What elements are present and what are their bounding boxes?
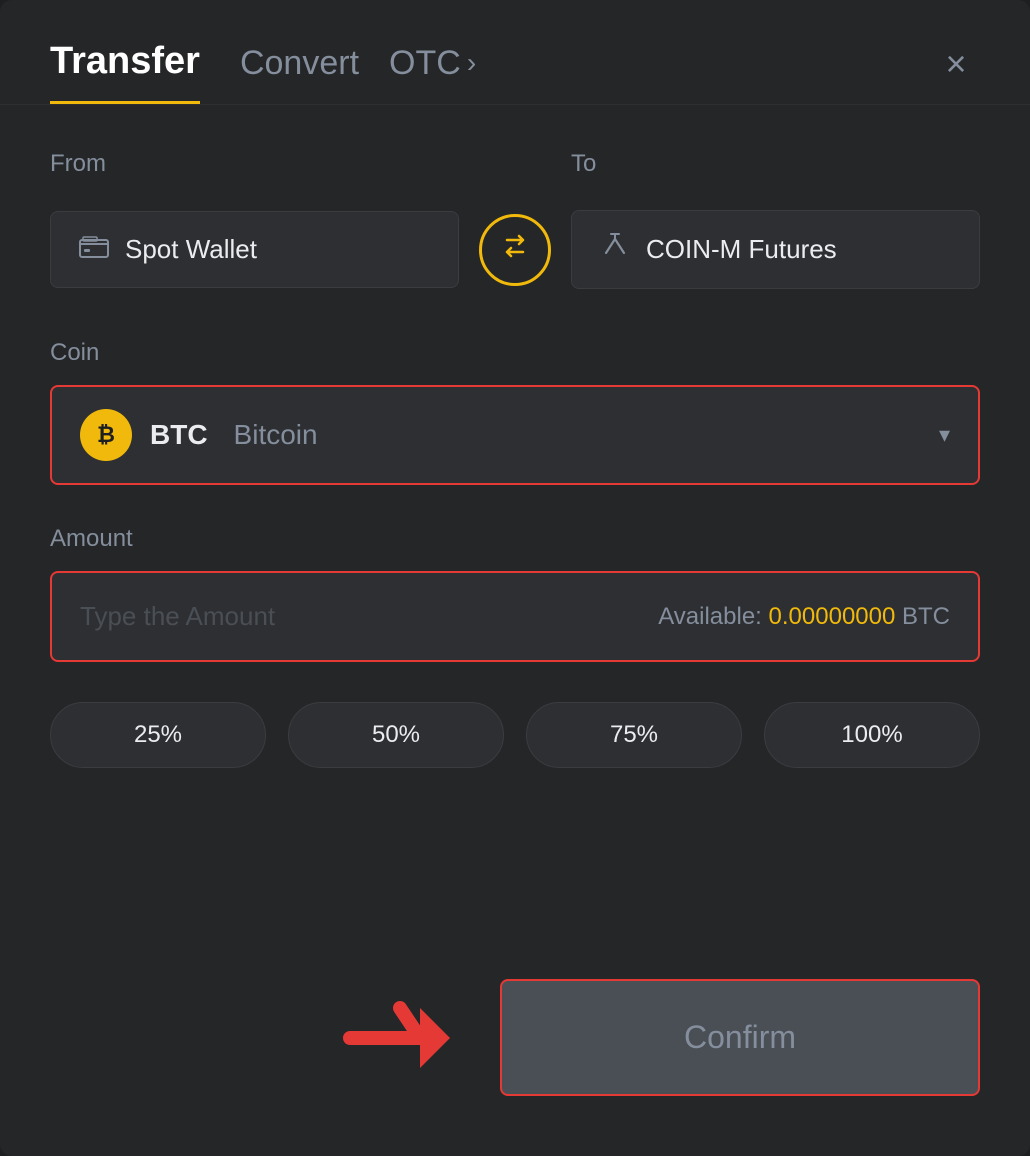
coin-symbol: BTC [150,419,208,451]
from-label: From [50,150,459,178]
amount-placeholder: Type the Amount [80,601,275,632]
pct-25-button[interactable]: 25% [50,702,266,768]
svg-text:₿: ₿ [97,422,115,447]
futures-icon [600,233,630,266]
amount-label: Amount [50,525,980,553]
tab-otc[interactable]: OTC › [389,44,476,101]
dropdown-arrow-icon: ▾ [939,422,950,448]
header-divider [0,104,1030,105]
coin-section: Coin ₿ BTC Bitcoin ▾ [50,339,980,485]
from-wallet-selector[interactable]: Spot Wallet [50,211,459,288]
to-wallet-label: COIN-M Futures [646,234,837,265]
coin-label: Coin [50,339,980,367]
percentage-row: 25% 50% 75% 100% [50,702,980,768]
tab-convert[interactable]: Convert [240,44,359,101]
to-wallet-selector[interactable]: COIN-M Futures [571,210,980,289]
swap-icon [497,228,533,272]
arrow-indicator [340,993,460,1083]
coin-dropdown[interactable]: ₿ BTC Bitcoin ▾ [50,385,980,485]
coin-fullname: Bitcoin [234,419,318,451]
to-label: To [571,150,980,178]
tab-transfer[interactable]: Transfer [50,40,200,104]
pct-50-button[interactable]: 50% [288,702,504,768]
bottom-section: Confirm [50,939,980,1096]
swap-button[interactable] [479,214,551,286]
amount-input-box[interactable]: Type the Amount Available: 0.00000000 BT… [50,571,980,662]
transfer-modal: Transfer Convert OTC › × From To [0,0,1030,1156]
pct-100-button[interactable]: 100% [764,702,980,768]
arrow-icon [340,993,460,1083]
wallet-icon [79,234,109,265]
from-wallet-label: Spot Wallet [125,234,257,265]
confirm-button[interactable]: Confirm [500,979,980,1096]
available-amount: 0.00000000 [769,603,896,630]
from-label-area: From [50,150,459,196]
wallet-row: Spot Wallet COIN-M Futures [50,210,980,289]
available-balance: Available: 0.00000000 BTC [658,603,950,631]
btc-icon: ₿ [80,409,132,461]
modal-header: Transfer Convert OTC › × [50,40,980,104]
pct-75-button[interactable]: 75% [526,702,742,768]
amount-section: Amount Type the Amount Available: 0.0000… [50,525,980,662]
to-label-area: To [571,150,980,196]
chevron-right-icon: › [467,47,476,79]
close-button[interactable]: × [932,40,980,88]
